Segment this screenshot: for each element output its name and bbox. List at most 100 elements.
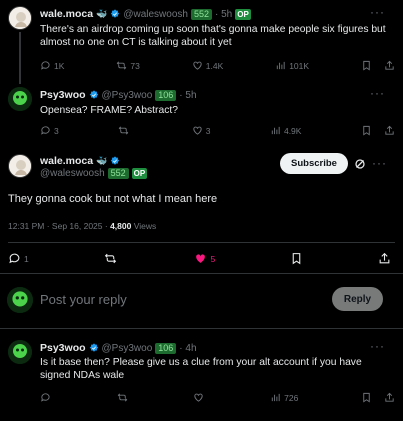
like-button[interactable]: 3 [192, 125, 211, 136]
post-text-line: Is it base then? Please give us a clue f… [40, 357, 362, 368]
avatar[interactable] [8, 6, 32, 30]
like-button[interactable] [193, 392, 207, 403]
repost-icon [104, 253, 116, 264]
op-badge: OP [235, 8, 251, 20]
views-button[interactable]: 4.9K [270, 125, 302, 136]
reply-button[interactable] [40, 392, 54, 403]
heart-icon [194, 393, 204, 402]
avatar[interactable] [8, 154, 32, 178]
share-group [361, 60, 395, 71]
more-icon[interactable]: ··· [370, 86, 385, 100]
avatar [7, 287, 33, 313]
reply-button[interactable]: 1 [8, 252, 29, 265]
share-button[interactable] [378, 252, 391, 265]
repost-button[interactable] [117, 392, 131, 403]
heart-icon [193, 61, 202, 70]
like-button[interactable]: 1.4K [192, 60, 224, 71]
verified-icon [89, 90, 98, 99]
post-text: Opensea? FRAME? Abstract? [40, 105, 178, 116]
post-time[interactable]: · 4h [179, 343, 196, 354]
reply-icon [41, 393, 50, 402]
reply-button[interactable]: 1K [40, 60, 64, 71]
reply-submit-button[interactable]: Reply [332, 287, 383, 311]
op-badge: OP [131, 168, 148, 179]
views-icon [277, 61, 285, 70]
views-count: 4,800 [110, 221, 132, 231]
author-handle[interactable]: @waleswoosh [123, 9, 188, 20]
post-header: wale.moca 🐳 @waleswoosh 552 · 5h OP [40, 8, 251, 20]
whale-emoji: 🐳 [96, 155, 108, 166]
share-group [361, 125, 395, 136]
divider [8, 242, 395, 243]
main-action-bar: 1 5 [8, 252, 391, 265]
subscribe-button[interactable]: Subscribe [280, 153, 348, 174]
views-label: Views [131, 221, 157, 231]
repost-button[interactable] [118, 125, 132, 136]
verified-icon [111, 9, 120, 18]
like-count: 1.4K [205, 60, 224, 71]
verified-icon [89, 343, 98, 352]
post-text-line: almost no one on CT is talking about it … [40, 37, 232, 48]
bookmark-icon [292, 253, 301, 265]
score-badge: 552 [107, 168, 129, 179]
repost-button[interactable] [104, 252, 120, 265]
views-count: 101K [289, 60, 310, 71]
like-button[interactable]: 5 [194, 252, 215, 265]
repost-button[interactable]: 73 [116, 60, 140, 71]
author-handle[interactable]: @waleswoosh [40, 168, 105, 179]
post-text-line: There's an airdrop coming up soon that's… [40, 24, 386, 35]
post-header: Psy3woo @Psy3woo 106 · 4h [40, 342, 197, 354]
share-icon [379, 252, 390, 264]
author-handle[interactable]: @Psy3woo [102, 343, 153, 354]
reply-count: 3 [54, 125, 59, 136]
author-name[interactable]: Psy3woo [40, 342, 86, 354]
share-icon[interactable] [384, 392, 395, 403]
timestamp-text[interactable]: 12:31 PM · Sep 16, 2025 · [8, 221, 110, 231]
reply-button[interactable]: 3 [40, 125, 59, 136]
score-badge: 552 [190, 8, 212, 20]
thread-line [19, 32, 21, 84]
post-subheader: @waleswoosh 552 OP [40, 168, 148, 179]
grok-icon[interactable] [354, 158, 366, 170]
post-text-line: signed NDAs wale [40, 370, 125, 381]
more-icon[interactable]: ··· [372, 156, 387, 170]
more-icon[interactable]: ··· [370, 339, 385, 353]
views-button[interactable]: 101K [275, 60, 309, 71]
author-name[interactable]: wale.moca [40, 8, 93, 20]
post-header: wale.moca 🐳 [40, 155, 120, 167]
avatar[interactable] [8, 87, 32, 111]
avatar[interactable] [8, 340, 32, 364]
bookmark-icon[interactable] [361, 125, 372, 136]
post-timestamp: 12:31 PM · Sep 16, 2025 · 4,800 Views [8, 221, 156, 231]
views-icon [271, 126, 280, 135]
repost-icon [118, 126, 129, 135]
bookmark-icon[interactable] [361, 392, 372, 403]
bookmark-icon[interactable] [361, 60, 372, 71]
views-button[interactable]: 726 [270, 392, 298, 403]
bookmark-button[interactable] [290, 252, 303, 265]
reply-icon [41, 61, 50, 70]
like-count: 3 [205, 125, 211, 136]
more-icon[interactable]: ··· [370, 5, 385, 19]
post-time[interactable]: · 5h [179, 90, 196, 101]
share-group [361, 392, 395, 403]
author-handle[interactable]: @Psy3woo [102, 90, 153, 101]
views-icon [271, 393, 280, 402]
reply-icon [9, 253, 20, 264]
heart-icon [193, 126, 202, 135]
reply-input[interactable]: Post your reply [40, 292, 127, 307]
views-count: 4.9K [283, 125, 302, 136]
reply-icon [41, 126, 50, 135]
author-name[interactable]: Psy3woo [40, 89, 86, 101]
author-name[interactable]: wale.moca [40, 155, 93, 167]
post-text: They gonna cook but not what I mean here [8, 193, 218, 205]
share-icon[interactable] [384, 60, 395, 71]
reply-count: 1 [24, 253, 29, 264]
post-time[interactable]: · 5h [215, 9, 232, 20]
share-icon[interactable] [384, 125, 395, 136]
post-header: Psy3woo @Psy3woo 106 · 5h [40, 89, 197, 101]
verified-icon [111, 156, 120, 165]
repost-icon [117, 61, 127, 70]
repost-icon [117, 393, 127, 402]
divider [0, 273, 403, 274]
